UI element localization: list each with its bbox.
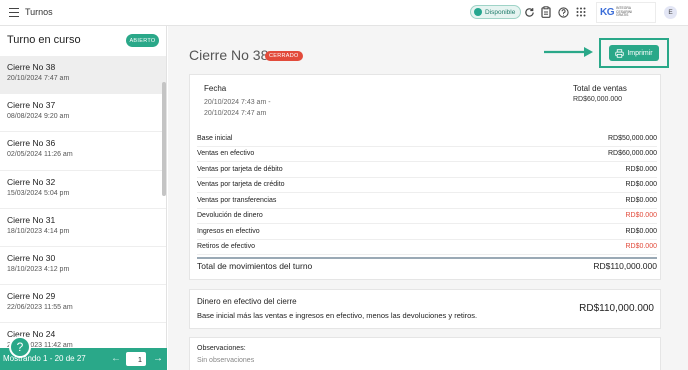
turn-list-item[interactable]: Cierre No 29 22/06/2023 11:55 am (0, 285, 166, 324)
table-row: Ventas por tarjeta de débito RD$0.000 (197, 162, 657, 178)
row-amount: RD$0.000 (625, 165, 657, 173)
row-amount: RD$0.000 (625, 243, 657, 251)
row-label: Base inicial (197, 134, 233, 142)
sidebar-header: Turno en curso ABIERTO (0, 26, 166, 56)
turn-name: Cierre No 29 (7, 291, 56, 302)
turn-name: Cierre No 38 (7, 62, 56, 72)
total-movements-label: Total de movimientos del turno (197, 261, 313, 271)
page-input[interactable] (126, 352, 146, 366)
turn-list-item[interactable]: Cierre No 38 20/10/2024 7:47 am (0, 56, 166, 95)
summary-card: Fecha 20/10/2024 7:43 am - 20/10/2024 7:… (189, 74, 661, 280)
clipboard-icon[interactable] (540, 6, 552, 18)
table-row: Retiros de efectivo RD$0.000 (197, 240, 657, 255)
turn-list-item[interactable]: Cierre No 32 15/03/2024 5:04 pm (0, 171, 166, 209)
row-amount: RD$0.000 (625, 227, 657, 235)
total-movements-value: RD$110,000.000 (593, 261, 657, 271)
top-bar: Turnos Disponible KG INTEGRA CESARINI GR… (0, 0, 688, 26)
help-circle-icon[interactable] (557, 6, 569, 18)
print-button[interactable]: Imprimir (609, 45, 659, 61)
turn-name: Cierre No 30 (7, 252, 56, 263)
row-label: Ventas en efectivo (197, 150, 255, 158)
apps-grid-icon[interactable] (575, 6, 587, 18)
turn-name: Cierre No 24 (7, 329, 56, 340)
table-row: Ventas por transferencias RD$0.000 (197, 193, 657, 209)
question-icon: ? (16, 340, 24, 354)
turn-date: 18/10/2023 4:14 pm (7, 227, 70, 235)
table-divider (197, 257, 657, 259)
turn-name: Cierre No 32 (7, 176, 56, 187)
row-amount: RD$0.000 (625, 212, 657, 220)
table-row: Base inicial RD$50,000.000 (197, 131, 657, 147)
avatar[interactable]: E (664, 6, 677, 19)
row-label: Ventas por tarjeta de crédito (197, 181, 285, 189)
cash-title: Dinero en efectivo del cierre (197, 297, 297, 306)
observations-value: Sin observaciones (197, 357, 255, 364)
row-label: Ventas por transferencias (197, 196, 277, 204)
turn-date: 22/06/2023 11:55 am (7, 304, 73, 312)
help-chat-button[interactable]: ? (9, 336, 31, 358)
app-title: Turnos (25, 7, 53, 17)
cash-card: Dinero en efectivo del cierre Base inici… (189, 289, 661, 329)
row-amount: RD$60,000.000 (607, 150, 657, 158)
date-label: Fecha (204, 84, 227, 93)
observations-card: Observaciones: Sin observaciones (189, 337, 661, 370)
row-label: Ingresos en efectivo (197, 227, 260, 235)
table-row: Ventas por tarjeta de crédito RD$0.000 (197, 178, 657, 193)
sidebar-scrollbar[interactable] (162, 82, 166, 196)
date-value: 20/10/2024 7:43 am - 20/10/2024 7:47 am (204, 99, 271, 117)
sidebar-title: Turno en curso (7, 34, 81, 46)
status-label: Disponible (485, 8, 516, 16)
arrow-right-icon (544, 47, 593, 57)
turn-name: Cierre No 37 (7, 100, 56, 111)
turn-list-item[interactable]: Cierre No 30 18/10/2023 4:12 pm (0, 247, 166, 286)
cash-amount: RD$110,000.000 (579, 303, 654, 314)
status-toggle[interactable]: Disponible (470, 5, 522, 19)
main-content: Cierre No 38 CERRADO Imprimir Fecha 20/1… (168, 26, 688, 370)
print-label: Imprimir (627, 49, 653, 57)
row-amount: RD$50,000.000 (607, 134, 657, 142)
turn-date: 18/10/2023 4:12 pm (7, 265, 70, 273)
table-row: Ingresos en efectivo RD$0.000 (197, 224, 657, 240)
row-amount: RD$0.000 (625, 196, 657, 204)
total-sales-label: Total de ventas (573, 84, 627, 93)
turn-list-item[interactable]: Cierre No 36 02/05/2024 11:26 am (0, 132, 166, 171)
turn-list: Cierre No 38 20/10/2024 7:47 am Cierre No … (0, 56, 166, 362)
open-badge[interactable]: ABIERTO (126, 34, 159, 47)
printer-icon (615, 48, 625, 58)
row-label: Devolución de dinero (197, 212, 263, 220)
status-dot-icon (474, 8, 482, 16)
menu-icon[interactable] (9, 8, 19, 17)
refresh-icon[interactable] (523, 6, 535, 18)
sidebar: Turno en curso ABIERTO Cierre No 38 20/10… (0, 26, 167, 370)
total-sales-value: RD$60,000.000 (573, 96, 623, 103)
turn-name: Cierre No 36 (7, 138, 56, 149)
turn-date: 20/10/2024 7:47 am (7, 75, 70, 82)
logo-text: INTEGRA CESARINI GRATIS (616, 6, 632, 18)
logo-mark: KG (600, 7, 615, 18)
closed-badge: CERRADO (265, 51, 303, 61)
turn-list-item[interactable]: Cierre No 31 18/10/2023 4:14 pm (0, 209, 166, 247)
company-logo: KG INTEGRA CESARINI GRATIS (596, 2, 656, 23)
movements-table: Base inicial RD$50,000.000 Ventas en efect… (197, 131, 657, 259)
turn-list-item[interactable]: Cierre No 37 08/08/2024 9:20 am (0, 94, 166, 133)
row-label: Retiros de efectivo (197, 243, 255, 251)
page-title: Cierre No 38 (189, 47, 269, 63)
turn-date: 02/05/2024 11:26 am (7, 151, 73, 159)
logo-line: GRATIS (616, 13, 629, 18)
turn-name: Cierre No 31 (7, 214, 56, 225)
row-amount: RD$0.000 (625, 181, 657, 189)
table-row: Ventas en efectivo RD$60,000.000 (197, 147, 657, 162)
observations-label: Observaciones: (197, 345, 246, 352)
next-page-icon[interactable]: → (153, 353, 163, 364)
turn-date: 15/03/2024 5:04 pm (7, 189, 70, 197)
row-label: Ventas por tarjeta de débito (197, 165, 283, 173)
total-movements-row: Total de movimientos del turno RD$110,00… (197, 261, 657, 271)
turn-date: 08/08/2024 9:20 am (7, 113, 70, 121)
table-row: Devolución de dinero RD$0.000 (197, 209, 657, 224)
cash-description: Base inicial más las ventas e ingresos e… (197, 311, 478, 320)
prev-page-icon[interactable]: ← (111, 353, 121, 364)
